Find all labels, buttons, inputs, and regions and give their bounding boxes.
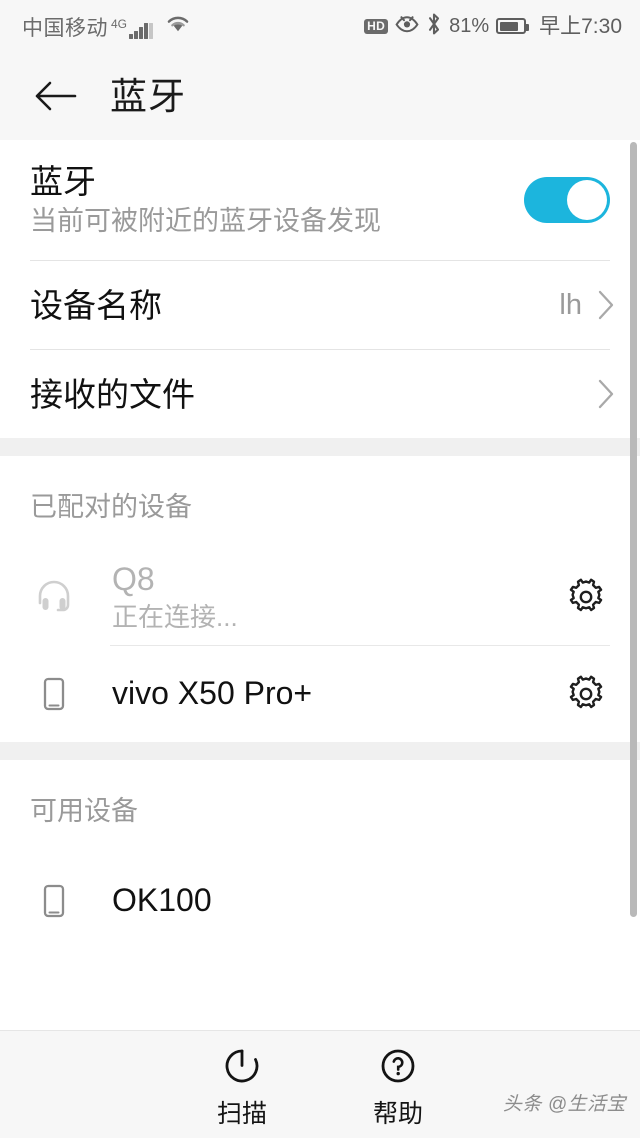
scan-button[interactable]: 扫描 — [217, 1043, 267, 1127]
gear-icon[interactable] — [558, 666, 614, 722]
hd-voice-icon: HD — [364, 18, 389, 34]
battery-percent-label: 81% — [449, 15, 490, 37]
paired-devices-header: 已配对的设备 — [30, 492, 192, 522]
wifi-icon — [165, 14, 191, 38]
page-title: 蓝牙 — [110, 75, 186, 117]
device-name: vivo X50 Pro+ — [112, 675, 313, 712]
device-status: 正在连接... — [112, 602, 238, 633]
refresh-scan-icon — [219, 1043, 265, 1094]
device-name-row[interactable]: 设备名称 lh — [0, 261, 640, 349]
settings-scroll-area[interactable]: 蓝牙 当前可被附近的蓝牙设备发现 设备名称 lh 接收的文件 已配对的设备 Q8… — [0, 140, 640, 1030]
bluetooth-toggle-switch[interactable] — [524, 177, 610, 223]
chevron-right-icon — [596, 377, 616, 411]
bluetooth-master-texts: 蓝牙 当前可被附近的蓝牙设备发现 — [30, 165, 381, 235]
help-label: 帮助 — [373, 1099, 424, 1128]
bluetooth-master-row[interactable]: 蓝牙 当前可被附近的蓝牙设备发现 — [0, 140, 640, 260]
phone-icon — [30, 877, 90, 925]
device-texts: Q8 正在连接... — [112, 560, 238, 633]
section-separator-band — [0, 438, 640, 456]
bluetooth-settings-screen: 中国移动 4G HD 81% 早上7:30 蓝牙 蓝牙 当前可被附近的蓝牙设备发… — [0, 0, 640, 1138]
toggle-knob — [567, 180, 607, 220]
chevron-right-icon — [596, 288, 616, 322]
received-files-row[interactable]: 接收的文件 — [0, 350, 640, 438]
gear-icon[interactable] — [558, 569, 614, 625]
signal-strength-icon — [129, 22, 153, 39]
device-name: OK100 — [112, 882, 212, 919]
back-arrow-icon[interactable] — [30, 70, 82, 122]
paired-device-row-vivo-x50-pro-plus[interactable]: vivo X50 Pro+ — [0, 646, 640, 742]
bluetooth-master-title: 蓝牙 — [30, 163, 96, 200]
watermark-label: 头条 @生活宝 — [502, 1094, 626, 1115]
available-devices-header: 可用设备 — [30, 796, 138, 826]
bluetooth-master-subtitle: 当前可被附近的蓝牙设备发现 — [30, 206, 381, 236]
clock-label: 早上7:30 — [539, 14, 622, 38]
help-button[interactable]: 帮助 — [373, 1043, 423, 1127]
carrier-label: 中国移动 — [22, 16, 108, 40]
scan-label: 扫描 — [216, 1099, 267, 1128]
network-type-label: 4G — [111, 16, 128, 31]
phone-icon — [30, 670, 90, 718]
section-separator-band — [0, 742, 640, 760]
eye-comfort-icon — [395, 14, 419, 38]
status-bar-left: 中国移动 4G — [22, 14, 191, 39]
battery-icon — [496, 18, 530, 34]
received-files-label: 接收的文件 — [30, 375, 195, 413]
title-bar: 蓝牙 — [0, 52, 640, 140]
device-name-value: lh — [559, 288, 582, 321]
available-device-row-ok100[interactable]: OK100 — [0, 853, 640, 949]
device-name: Q8 — [112, 560, 155, 597]
question-circle-icon — [375, 1043, 421, 1094]
device-texts: OK100 — [112, 884, 212, 918]
status-bar: 中国移动 4G HD 81% 早上7:30 — [0, 0, 640, 52]
status-bar-right: HD 81% 早上7:30 — [364, 12, 622, 41]
paired-device-row-q8[interactable]: Q8 正在连接... — [0, 549, 640, 645]
vertical-scrollbar[interactable] — [630, 142, 637, 917]
device-texts: vivo X50 Pro+ — [112, 677, 312, 711]
bluetooth-icon — [426, 12, 442, 41]
headset-icon — [30, 573, 90, 621]
device-name-label: 设备名称 — [30, 286, 162, 324]
bottom-action-bar: 扫描 帮助 头条 @生活宝 — [0, 1030, 640, 1138]
